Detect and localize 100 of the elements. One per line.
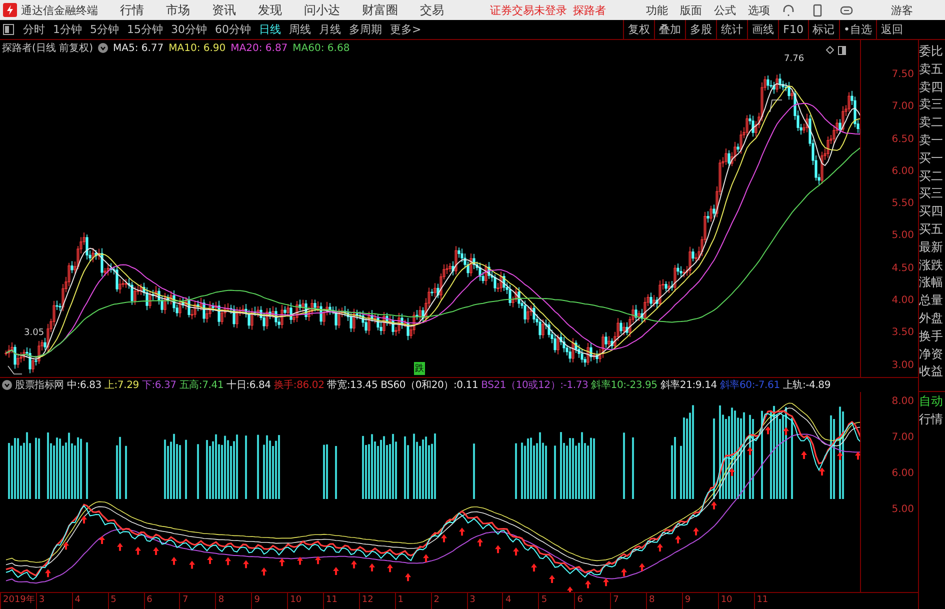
axis-tick-label: 6.50 [892, 132, 914, 147]
axis-tick-label: 5 [108, 593, 144, 609]
menu-item[interactable]: 发现 [258, 2, 282, 18]
menu-item[interactable]: 公式 [714, 2, 736, 18]
menu-item[interactable]: 交易 [420, 2, 444, 18]
indicator-readout: 换手:86.02 [274, 378, 324, 392]
indicator-readout: BS21（10或12）:-1.73 [481, 378, 588, 392]
side-tab[interactable]: 自动 [919, 392, 945, 410]
quote-field-tab[interactable]: 最新 [919, 238, 945, 257]
quote-field-tab[interactable]: 卖二 [919, 114, 945, 132]
headset-icon[interactable] [782, 4, 795, 16]
menu-item[interactable]: 版面 [680, 2, 702, 18]
quote-field-tab[interactable]: 买四 [919, 203, 945, 221]
menu-item[interactable]: 问小达 [304, 2, 340, 18]
quote-field-tab[interactable]: 总量 [919, 292, 945, 310]
period-tab[interactable]: 周线 [285, 22, 315, 37]
menu-item[interactable]: 资讯 [212, 2, 236, 18]
axis-tick-label: 11 [754, 593, 790, 609]
quote-field-tab[interactable]: 卖四 [919, 78, 945, 96]
axis-tick-label: 3.00 [892, 358, 914, 373]
axis-tick-label: 7.00 [892, 431, 914, 445]
quote-field-tab[interactable]: 涨幅 [919, 274, 945, 292]
axis-tick-label: 7 [179, 593, 216, 609]
user-label[interactable]: 游客 [891, 2, 913, 18]
login-status[interactable]: 证券交易未登录 [490, 2, 567, 18]
period-tab[interactable]: 30分钟 [167, 22, 211, 37]
toolbar-button[interactable]: 叠加 [654, 20, 686, 39]
quote-field-tab[interactable]: 卖五 [919, 60, 945, 79]
ma-legend-value: MA5: 6.77 [112, 42, 164, 54]
axis-tick-label: 10 [718, 593, 754, 609]
quote-field-tab[interactable]: 卖一 [919, 132, 945, 150]
axis-tick-label: 7.00 [892, 100, 914, 114]
quote-field-tab[interactable]: 买五 [919, 220, 945, 239]
dropdown-circle-icon[interactable] [2, 380, 12, 390]
axis-tick-label: 8 [646, 593, 682, 609]
app-name: 通达信金融终端 [21, 2, 98, 18]
menu-item[interactable]: 市场 [166, 2, 190, 18]
period-tab[interactable]: 1分钟 [49, 22, 86, 37]
quote-field-tab[interactable]: 买三 [919, 185, 945, 204]
quote-field-tab[interactable]: 卖三 [919, 96, 945, 114]
axis-tick-label: 2019年 [0, 593, 36, 609]
axis-tick-label: 2 [430, 593, 467, 609]
toolbar-button[interactable]: 多股 [685, 20, 716, 39]
period-tab[interactable]: 分时 [19, 22, 49, 37]
axis-tick-label: 8.00 [892, 395, 914, 409]
period-tab[interactable]: 多周期 [345, 22, 386, 37]
indicator-readout: 斜率10:-23.95 [591, 378, 658, 392]
period-tab[interactable]: 更多> [386, 22, 426, 37]
quote-field-tab[interactable]: 涨跌 [919, 256, 945, 274]
indicator-readout: BS60（0和20）:0.11 [380, 378, 478, 392]
toolbar-button[interactable]: 标记 [808, 20, 838, 39]
chart-title: 探路者(日线 前复权) [2, 42, 93, 55]
period-tab[interactable]: 15分钟 [123, 22, 167, 37]
quote-field-tab[interactable]: 收益 [919, 363, 945, 382]
indicator-readout: 中:6.83 [67, 378, 102, 392]
axis-tick-label: 5.50 [892, 197, 914, 212]
toolbar-button[interactable]: 返回 [876, 20, 907, 39]
axis-tick-label: 4 [72, 593, 108, 609]
toolbar-button[interactable]: 画线 [747, 20, 778, 39]
dropdown-circle-icon[interactable] [98, 43, 108, 53]
quote-field-tab[interactable]: 净资 [919, 346, 945, 364]
axis-tick-label: 6.00 [892, 164, 914, 179]
panel-icon[interactable] [838, 46, 846, 55]
axis-tick-label: 5 [538, 593, 574, 609]
indicator-name: 股票指标网 [15, 378, 64, 392]
menu-item[interactable]: 选项 [748, 2, 770, 18]
menu-item[interactable]: 行情 [120, 2, 144, 18]
axis-tick-label: 6 [144, 593, 180, 609]
axis-tick-label: 3 [36, 593, 72, 609]
quote-field-tab[interactable]: 买一 [919, 150, 945, 168]
period-tab[interactable]: 5分钟 [86, 22, 123, 37]
phone-icon[interactable] [811, 4, 824, 16]
axis-tick-label: 6 [574, 593, 610, 609]
axis-tick-label: 6.00 [892, 467, 914, 481]
indicator-readout: 斜率21:9.14 [660, 378, 717, 392]
axis-tick-label: 7.50 [892, 68, 914, 82]
toolbar-button[interactable]: •自选 [838, 20, 876, 39]
stock-name: 探路者 [573, 2, 606, 18]
side-tab[interactable]: 行情 [919, 410, 945, 428]
period-tab[interactable]: 月线 [315, 22, 345, 37]
indicator-readout: 十日:6.84 [226, 378, 271, 392]
ma-legend-value: MA20: 6.87 [230, 42, 288, 54]
quote-field-tab[interactable]: 外盘 [919, 310, 945, 328]
period-tab[interactable]: 60分钟 [211, 22, 255, 37]
message-icon[interactable] [840, 4, 853, 16]
signal-label: 跌 [414, 362, 425, 375]
panel-toggle-icon[interactable] [3, 24, 14, 35]
diamond-icon[interactable] [826, 46, 834, 54]
quote-field-tab[interactable]: 买二 [919, 168, 945, 186]
quote-field-tab[interactable]: 委比 [919, 43, 945, 61]
period-tab[interactable]: 日线 [255, 22, 285, 37]
menu-item[interactable]: 功能 [646, 2, 668, 18]
axis-tick-label: 4.50 [892, 262, 914, 276]
toolbar-button[interactable]: 复权 [623, 20, 654, 39]
axis-tick-label: 4.00 [892, 294, 914, 308]
menu-item[interactable]: 财富圈 [362, 2, 398, 18]
toolbar-button[interactable]: F10 [778, 20, 808, 39]
quote-field-tab[interactable]: 换手 [919, 328, 945, 346]
toolbar-button[interactable]: 统计 [716, 20, 748, 39]
low-price-label: 3.05 [24, 328, 44, 338]
